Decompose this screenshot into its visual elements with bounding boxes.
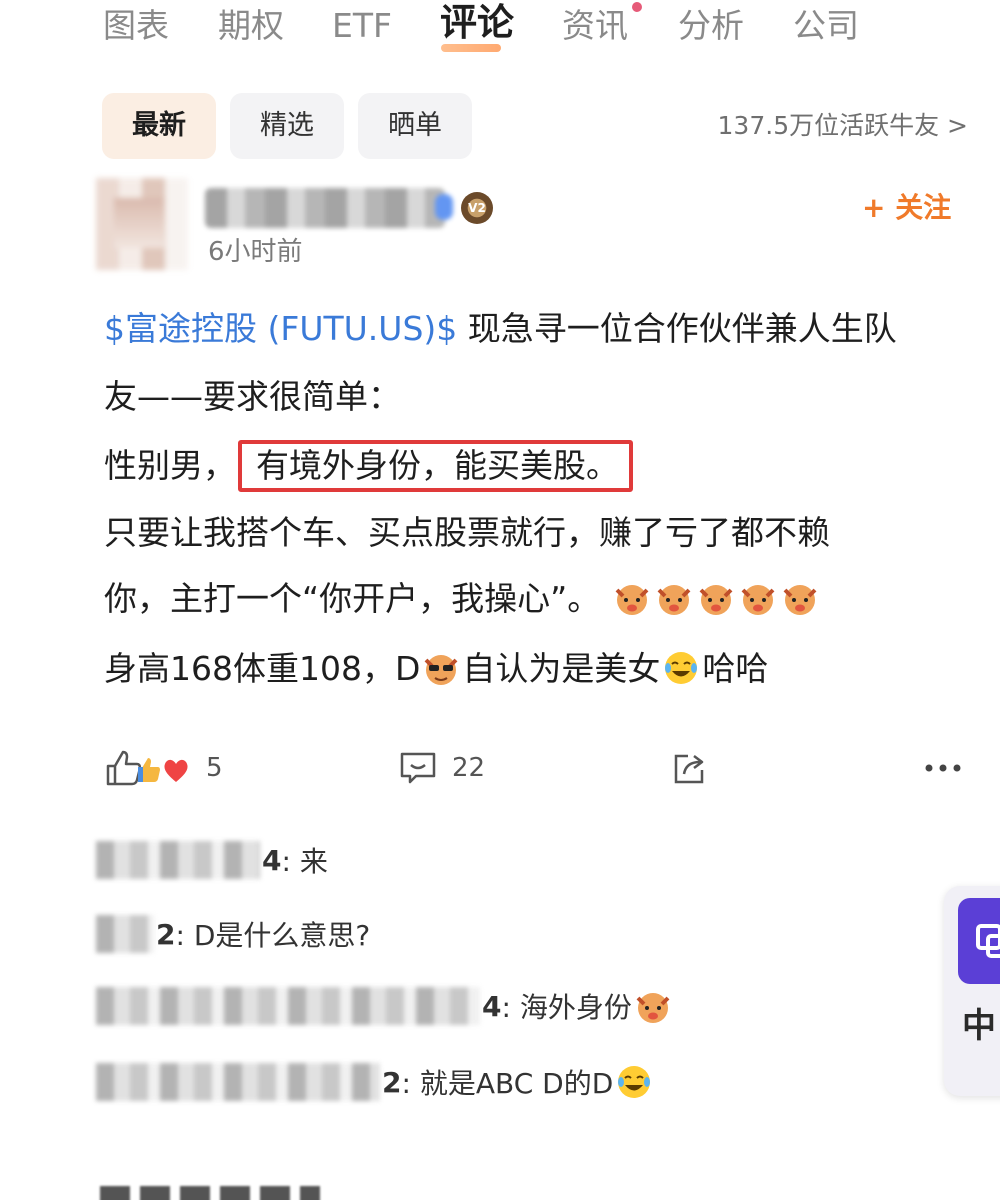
- tab-chart[interactable]: 图表: [103, 4, 169, 48]
- highlight-annotation: 有境外身份，能买美股。: [238, 440, 633, 492]
- post-line-6: 身高168体重108，D 自认为是美女 哈哈: [104, 646, 768, 692]
- commenter-name-suffix: 4: [482, 989, 502, 1023]
- comment-item[interactable]: 4: 海外身份: [96, 982, 674, 1030]
- bull-kiss-emoji-icon: [636, 993, 670, 1023]
- comment-icon: [400, 752, 436, 784]
- post-text: 身高168体重108，D: [104, 649, 421, 688]
- post-text: 现急寻一位合作伙伴兼人生队: [457, 309, 897, 348]
- active-users-link[interactable]: 137.5万位活跃牛友 >: [718, 108, 968, 144]
- active-tab-indicator: [441, 44, 501, 52]
- commenter-name-suffix: 2: [156, 917, 176, 951]
- tab-etf[interactable]: ETF: [332, 4, 392, 48]
- comment-item[interactable]: 2: D是什么意思?: [96, 910, 370, 958]
- post-line-2: 友——要求很简单：: [104, 377, 401, 416]
- like-count: 5: [206, 753, 223, 783]
- commenter-name-blurred: [96, 841, 260, 879]
- comment-text: : 就是ABC D的D: [401, 1067, 614, 1100]
- comment-count: 22: [452, 753, 486, 783]
- share-action[interactable]: [670, 744, 710, 792]
- like-action[interactable]: 5: [104, 744, 223, 792]
- bull-kiss-emoji-icon: [615, 585, 649, 615]
- bull-kiss-emoji-icon: [657, 585, 691, 615]
- filter-featured[interactable]: 精选: [230, 93, 344, 159]
- share-icon: [674, 754, 704, 784]
- tab-company[interactable]: 公司: [793, 4, 859, 48]
- commenter-name-suffix: 2: [382, 1065, 402, 1099]
- comment-item[interactable]: 2: 就是ABC D的D: [96, 1058, 655, 1106]
- author-name-blurred[interactable]: [205, 188, 453, 228]
- post-text: 哈哈: [702, 649, 769, 688]
- more-options-button[interactable]: [924, 744, 964, 792]
- post-time: 6小时前: [208, 237, 303, 267]
- bull-kiss-emoji-icon: [783, 585, 817, 615]
- comment-text: : D是什么意思?: [175, 919, 371, 952]
- laughing-tears-emoji-icon: [618, 1066, 651, 1098]
- bull-sunglasses-emoji-icon: [424, 655, 458, 685]
- filter-trades[interactable]: 晒单: [358, 93, 472, 159]
- tab-comments[interactable]: 评论: [440, 1, 514, 45]
- post-line-1: $富途控股 (FUTU.US)$ 现急寻一位合作伙伴兼人生队: [104, 306, 897, 352]
- post-text: 你，主打一个“你开户，我操心”。: [104, 579, 601, 618]
- post-line-5: 你，主打一个“你开户，我操心”。: [104, 576, 821, 622]
- comment-text: : 来: [281, 845, 328, 878]
- bull-kiss-emoji-icon: [699, 585, 733, 615]
- tab-news[interactable]: 资讯: [562, 4, 628, 48]
- language-toggle-button[interactable]: 中: [962, 998, 996, 1047]
- bull-kiss-emoji-icon: [741, 585, 775, 615]
- commenter-name-blurred: [96, 915, 154, 953]
- post-text: 自认为是美女: [462, 649, 661, 688]
- commenter-name-blurred: [96, 1063, 380, 1101]
- comment-text: : 海外身份: [501, 991, 632, 1024]
- tab-analysis[interactable]: 分析: [678, 4, 744, 48]
- commenter-name-blurred: [96, 987, 480, 1025]
- post-line-4: 只要让我搭个车、买点股票就行，赚了亏了都不赖: [104, 513, 830, 552]
- stock-link[interactable]: $富途控股 (FUTU.US)$: [104, 309, 457, 348]
- level-badge-icon: V2: [461, 192, 493, 224]
- tab-options[interactable]: 期权: [218, 4, 284, 48]
- follow-button[interactable]: + 关注: [862, 188, 951, 228]
- more-dots-icon: [925, 764, 961, 772]
- top-tab-bar: 图表 期权 ETF 评论 资讯 分析 公司: [0, 0, 1000, 60]
- reactions-icon: [138, 758, 188, 782]
- commenter-name-suffix: 4: [262, 843, 282, 877]
- post-text: 性别男，: [104, 446, 236, 485]
- floating-side-widget: 中: [944, 886, 1000, 1096]
- floating-app-button[interactable]: [958, 898, 1000, 984]
- app-logo-icon: [976, 924, 1000, 958]
- clipped-next-post: [100, 1186, 320, 1200]
- avatar[interactable]: [96, 178, 188, 270]
- post-line-3: 性别男， 有境外身份，能买美股。: [104, 440, 633, 492]
- filter-latest[interactable]: 最新: [102, 93, 216, 159]
- laughing-tears-emoji-icon: [665, 652, 698, 684]
- comment-action[interactable]: 22: [398, 744, 485, 792]
- comment-item[interactable]: 4: 来: [96, 836, 328, 884]
